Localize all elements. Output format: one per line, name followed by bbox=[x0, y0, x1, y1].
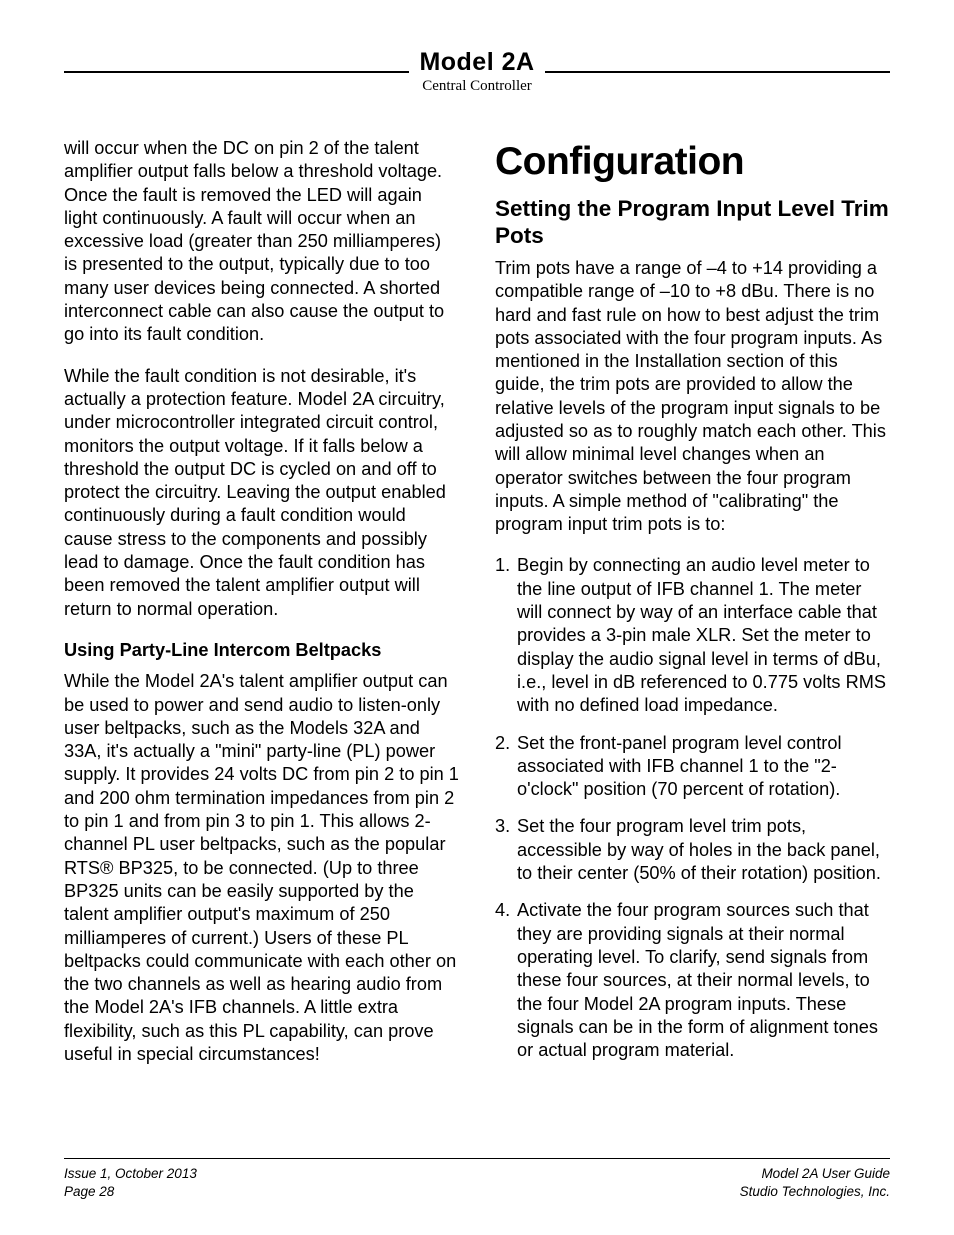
left-paragraph-2: While the fault condition is not desirab… bbox=[64, 365, 459, 621]
left-column: will occur when the DC on pin 2 of the t… bbox=[64, 137, 459, 1084]
header-title-block: Model 2A Central Controller bbox=[409, 48, 544, 95]
page-footer: Issue 1, October 2013 Page 28 Model 2A U… bbox=[64, 1158, 890, 1201]
list-item: Set the front-panel program level contro… bbox=[495, 732, 890, 802]
footer-company: Studio Technologies, Inc. bbox=[740, 1183, 890, 1201]
section-heading-configuration: Configuration bbox=[495, 137, 890, 187]
footer-issue-date: Issue 1, October 2013 bbox=[64, 1165, 197, 1183]
content-columns: will occur when the DC on pin 2 of the t… bbox=[64, 137, 890, 1084]
left-subheading-beltpacks: Using Party-Line Intercom Beltpacks bbox=[64, 639, 459, 662]
subsection-heading-trim-pots: Setting the Program Input Level Trim Pot… bbox=[495, 195, 890, 249]
header-rule-right bbox=[545, 71, 890, 73]
header-subtitle: Central Controller bbox=[419, 78, 534, 95]
page-header: Model 2A Central Controller bbox=[64, 48, 890, 95]
footer-right: Model 2A User Guide Studio Technologies,… bbox=[740, 1165, 890, 1201]
left-paragraph-3: While the Model 2A's talent amplifier ou… bbox=[64, 670, 459, 1066]
footer-page-number: Page 28 bbox=[64, 1183, 197, 1201]
document-page: Model 2A Central Controller will occur w… bbox=[0, 0, 954, 1235]
list-item: Set the four program level trim pots, ac… bbox=[495, 815, 890, 885]
footer-guide-title: Model 2A User Guide bbox=[740, 1165, 890, 1183]
header-title: Model 2A bbox=[419, 48, 534, 77]
list-item: Begin by connecting an audio level meter… bbox=[495, 554, 890, 717]
header-rule-left bbox=[64, 71, 409, 73]
footer-left: Issue 1, October 2013 Page 28 bbox=[64, 1165, 197, 1201]
right-column: Configuration Setting the Program Input … bbox=[495, 137, 890, 1084]
footer-row: Issue 1, October 2013 Page 28 Model 2A U… bbox=[64, 1165, 890, 1201]
right-paragraph-1: Trim pots have a range of –4 to +14 prov… bbox=[495, 257, 890, 537]
footer-rule bbox=[64, 1158, 890, 1159]
left-paragraph-1: will occur when the DC on pin 2 of the t… bbox=[64, 137, 459, 347]
steps-list: Begin by connecting an audio level meter… bbox=[495, 554, 890, 1062]
list-item: Activate the four program sources such t… bbox=[495, 899, 890, 1062]
